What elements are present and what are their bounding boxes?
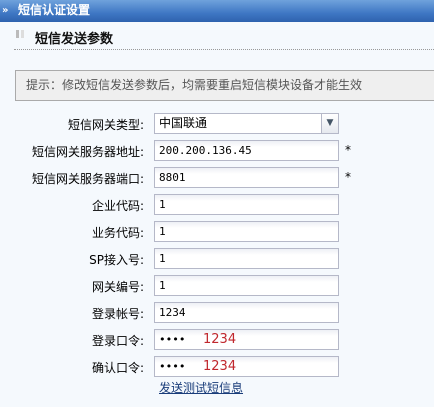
gateway-type-select[interactable]: 中国联通 ▼ [154,113,339,134]
server-address-input[interactable]: 200.200.136.45 [154,140,339,161]
row-confirm-password: 确认口令: •••• 1234 [0,356,434,377]
double-arrow-icon: » [2,5,9,16]
password-annotation: 1234 [203,359,237,374]
panel-header: » 短信认证设置 [0,0,434,22]
field-label: 短信网关服务器端口: [31,172,144,186]
login-account-input[interactable]: 1234 [154,302,339,323]
password-annotation: 1234 [203,332,237,347]
panel-title: 短信认证设置 [18,3,91,17]
field-label: 业务代码: [91,226,144,240]
send-test-sms-link[interactable]: 发送测试短信息 [159,379,243,396]
row-server-address: 短信网关服务器地址: 200.200.136.45 * [0,140,434,161]
field-label: 企业代码: [91,199,144,213]
field-label: SP接入号: [89,253,144,267]
sp-number-input[interactable]: 1 [154,248,339,269]
section-bullet-icon [16,30,24,38]
service-code-input[interactable]: 1 [154,221,339,242]
row-gateway-id: 网关编号: 1 [0,275,434,296]
section-title: 短信发送参数 [35,32,114,47]
gateway-id-input[interactable]: 1 [154,275,339,296]
field-label: 登录帐号: [91,307,144,321]
field-label: 登录口令: [91,334,144,348]
row-enterprise-code: 企业代码: 1 [0,194,434,215]
field-label: 短信网关服务器地址: [31,145,144,159]
server-port-input[interactable]: 8801 [154,167,339,188]
enterprise-code-input[interactable]: 1 [154,194,339,215]
row-gateway-type: 短信网关类型: 中国联通 ▼ [0,113,434,134]
login-password-input[interactable]: •••• [154,329,339,350]
selected-value: 中国联通 [159,116,208,130]
field-label: 网关编号: [91,280,144,294]
row-login-password: 登录口令: •••• 1234 [0,329,434,350]
required-mark: * [345,170,351,184]
chevron-down-icon[interactable]: ▼ [321,114,338,133]
tip-box: 提示：修改短信发送参数后，均需要重启短信模块设备才能生效 [15,70,434,101]
required-mark: * [345,143,351,157]
field-label: 短信网关类型: [67,118,144,132]
confirm-password-input[interactable]: •••• [154,356,339,377]
row-server-port: 短信网关服务器端口: 8801 * [0,167,434,188]
field-label: 确认口令: [91,361,144,375]
row-sp-number: SP接入号: 1 [0,248,434,269]
divider [14,49,434,50]
row-login-account: 登录帐号: 1234 [0,302,434,323]
row-service-code: 业务代码: 1 [0,221,434,242]
